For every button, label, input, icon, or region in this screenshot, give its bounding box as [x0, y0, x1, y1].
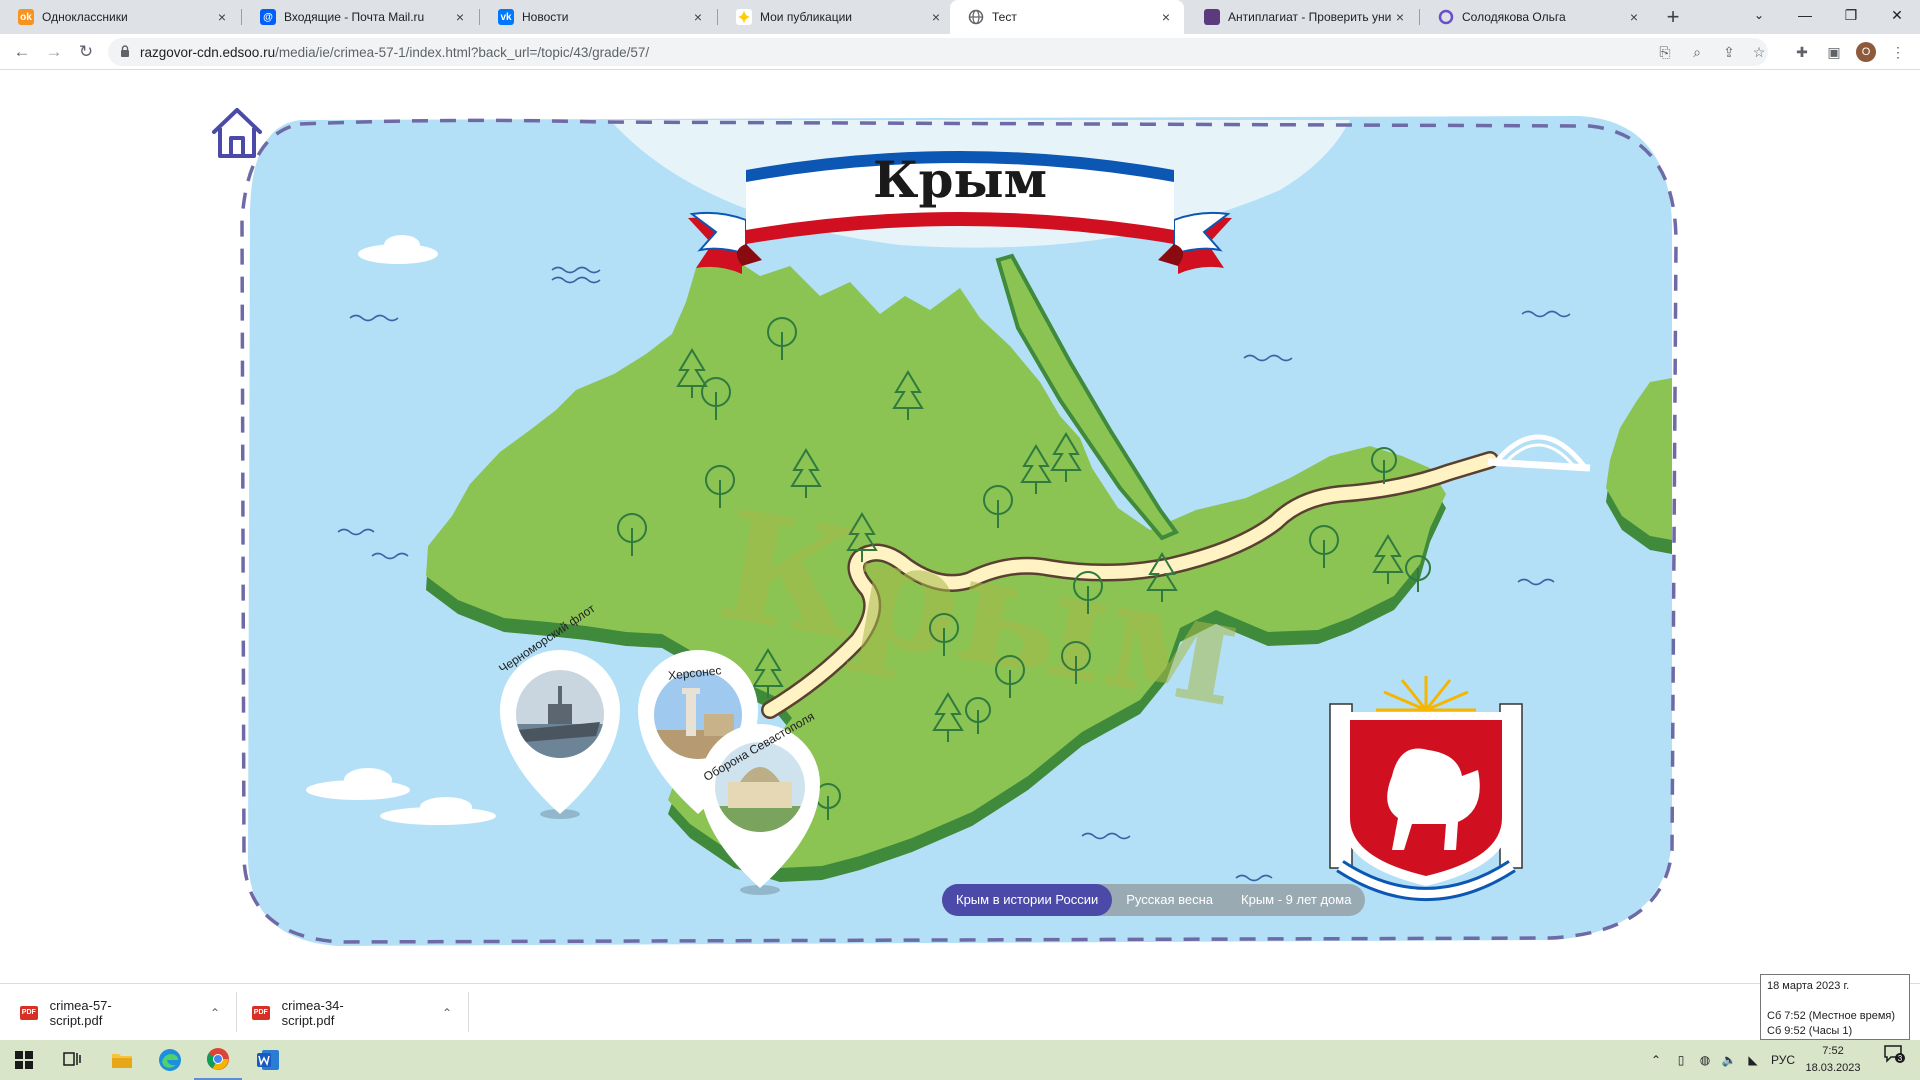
browser-tab-active[interactable]: Тест ×: [950, 0, 1184, 34]
profile-avatar[interactable]: O: [1856, 42, 1876, 62]
input-language[interactable]: РУС: [1766, 1040, 1800, 1080]
browser-toolbar: ← → ↻ razgovor-cdn.edsoo.ru/media/ie/cri…: [0, 34, 1920, 70]
browser-tab[interactable]: ok Одноклассники ×: [0, 0, 240, 34]
tooltip-date: 18 марта 2023 г.: [1767, 980, 1850, 992]
side-panel-icon[interactable]: ▣: [1824, 42, 1844, 62]
network-icon[interactable]: ◍: [1694, 1040, 1716, 1080]
tab-title: Солодякова Ольга: [1462, 10, 1566, 24]
close-icon[interactable]: ×: [1626, 9, 1642, 25]
section-buttons: Крым в истории России Русская весна Крым…: [942, 884, 1366, 916]
tab-strip: ok Одноклассники × @ Входящие - Почта Ma…: [0, 0, 1920, 34]
divider: [468, 992, 469, 1032]
tab-title: Входящие - Почта Mail.ru: [284, 10, 425, 24]
wifi-icon[interactable]: ◣: [1742, 1040, 1764, 1080]
tab-title: Новости: [522, 10, 569, 24]
task-view-icon[interactable]: [48, 1040, 96, 1080]
browser-tab[interactable]: Мои публикации ×: [718, 0, 954, 34]
window-close-icon[interactable]: ✕: [1874, 0, 1920, 30]
clock-tooltip: 18 марта 2023 г. Сб 7:52 (Местное время)…: [1760, 974, 1910, 1040]
vk-icon: vk: [498, 9, 514, 25]
download-filename: crimea-34-script.pdf: [281, 997, 344, 1028]
lock-icon: [121, 45, 129, 57]
home-icon[interactable]: [208, 104, 266, 162]
antiplagiat-icon: [1204, 9, 1220, 25]
ok-icon: ok: [18, 9, 34, 25]
menu-icon[interactable]: ⋮: [1888, 42, 1908, 62]
download-item[interactable]: PDF crimea-34-script.pdf ⌃: [252, 984, 452, 1041]
globe-icon: [968, 9, 984, 25]
share-icon[interactable]: ⇪: [1720, 43, 1738, 61]
url-host: razgovor-cdn.edsoo.ru: [140, 45, 276, 60]
downloads-bar: PDF crimea-57-script.pdf ⌃ PDF crimea-34…: [0, 983, 1920, 1040]
restore-icon[interactable]: ❐: [1828, 0, 1874, 30]
download-item[interactable]: PDF crimea-57-script.pdf ⌃: [20, 984, 220, 1041]
close-icon[interactable]: ×: [690, 9, 706, 25]
button-russian-spring[interactable]: Русская весна: [1112, 884, 1227, 916]
close-icon[interactable]: ×: [928, 9, 944, 25]
tab-title: Тест: [992, 10, 1017, 24]
mail-icon: @: [260, 9, 276, 25]
tab-title: Антиплагиат - Проверить уник: [1228, 10, 1392, 24]
extensions-icon[interactable]: ✚: [1792, 42, 1812, 62]
close-icon[interactable]: ×: [452, 9, 468, 25]
action-center[interactable]: 3: [1874, 1040, 1914, 1080]
close-icon[interactable]: ×: [1392, 9, 1408, 25]
profile-site-icon: [1438, 9, 1454, 25]
word-icon[interactable]: [244, 1040, 292, 1080]
tab-search-icon[interactable]: ⌄: [1736, 0, 1782, 30]
clock-date: 18.03.2023: [1805, 1062, 1861, 1074]
notification-icon: 3: [1884, 1045, 1905, 1063]
button-crimea-9-years[interactable]: Крым - 9 лет дома: [1227, 884, 1365, 916]
close-icon[interactable]: ×: [214, 9, 230, 25]
new-tab-button[interactable]: +: [1660, 4, 1686, 30]
pdf-icon: PDF: [20, 1005, 38, 1020]
pdf-icon: PDF: [252, 1005, 270, 1020]
browser-tab[interactable]: @ Входящие - Почта Mail.ru ×: [242, 0, 478, 34]
chevron-up-icon[interactable]: ⌃: [442, 1006, 452, 1020]
page-content: Крым Крым Черноморский флот Херсонес Обо…: [0, 70, 1920, 983]
volume-muted-icon[interactable]: 🔈: [1718, 1040, 1740, 1080]
minimize-icon[interactable]: —: [1782, 0, 1828, 30]
page-title: Крым: [873, 150, 1047, 209]
zoom-icon[interactable]: ⌕: [1688, 43, 1706, 61]
clock-time: 7:52: [1822, 1045, 1844, 1057]
url-text: razgovor-cdn.edsoo.ru/media/ie/crimea-57…: [140, 45, 649, 60]
url-path: /media/ie/crimea-57-1/index.html?back_ur…: [275, 45, 650, 60]
edge-icon[interactable]: [146, 1040, 194, 1080]
tooltip-clock1-time: Сб 9:52 (Часы 1): [1767, 1025, 1853, 1037]
browser-tab[interactable]: Антиплагиат - Проверить уник ×: [1186, 0, 1418, 34]
windows-start-icon[interactable]: [0, 1040, 48, 1080]
chrome-icon[interactable]: [194, 1040, 242, 1080]
reload-icon[interactable]: ↻: [74, 40, 98, 64]
chevron-up-icon[interactable]: ⌃: [210, 1006, 220, 1020]
windows-taskbar: ⌃ ▯ ◍ 🔈 ◣ РУС 7:52 18.03.2023 3: [0, 1040, 1920, 1080]
tray-device-icon[interactable]: ▯: [1670, 1040, 1692, 1080]
tab-title: Мои публикации: [760, 10, 852, 24]
file-explorer-icon[interactable]: [98, 1040, 146, 1080]
tooltip-local-time: Сб 7:52 (Местное время): [1767, 1010, 1895, 1022]
tab-title: Одноклассники: [42, 10, 128, 24]
translate-icon[interactable]: ⎘: [1656, 43, 1674, 61]
back-icon[interactable]: ←: [10, 40, 34, 64]
browser-tab[interactable]: vk Новости ×: [480, 0, 716, 34]
bookmark-star-icon[interactable]: ☆: [1750, 43, 1768, 61]
button-crimea-history[interactable]: Крым в истории России: [942, 884, 1113, 916]
browser-tab[interactable]: Солодякова Ольга ×: [1420, 0, 1652, 34]
download-filename: crimea-57-script.pdf: [49, 997, 112, 1028]
close-icon[interactable]: ×: [1158, 9, 1174, 25]
divider: [236, 992, 237, 1032]
notification-count: 3: [1898, 1054, 1903, 1063]
forward-icon[interactable]: →: [42, 40, 66, 64]
zen-icon: [736, 9, 752, 25]
tray-chevron-icon[interactable]: ⌃: [1646, 1040, 1666, 1080]
address-bar[interactable]: razgovor-cdn.edsoo.ru/media/ie/crimea-57…: [108, 38, 1768, 66]
taskbar-clock[interactable]: 7:52 18.03.2023: [1802, 1043, 1864, 1077]
